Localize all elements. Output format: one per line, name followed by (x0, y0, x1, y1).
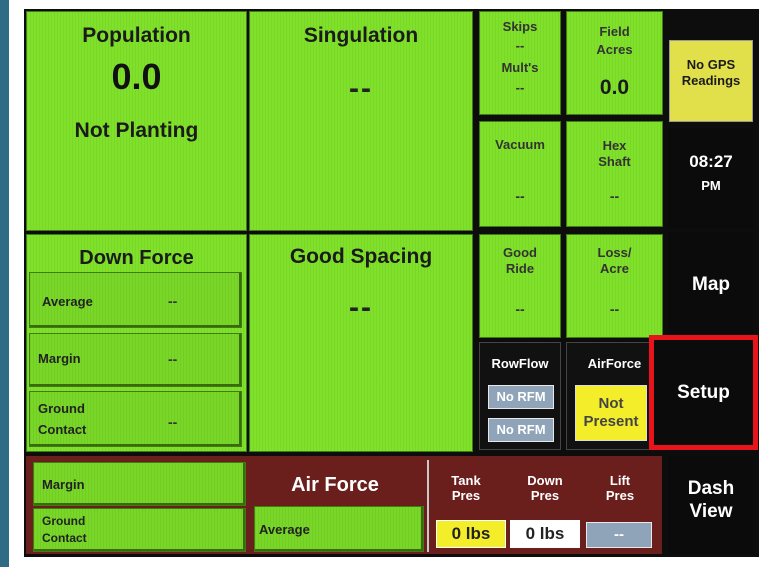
population-title: Population (82, 24, 191, 47)
down-force-average-label: Average (42, 294, 93, 309)
setup-button[interactable]: Setup (649, 335, 758, 450)
vacuum-value: -- (515, 188, 525, 204)
skips-title: Skips (502, 19, 538, 34)
field-acres-value: 0.0 (599, 76, 630, 99)
airforce-status-line2: Present (583, 413, 639, 430)
down-force-margin-value: -- (168, 351, 178, 367)
tank-pres-value[interactable]: 0 lbs (436, 520, 506, 548)
field-acres-title-2: Acres (596, 42, 633, 57)
field-acres-title-1: Field (599, 24, 630, 39)
hex-shaft-tile[interactable]: Hex Shaft -- (566, 121, 663, 227)
bottom-margin-label: Margin (42, 477, 85, 492)
tank-pres-label-1: Tank (451, 473, 481, 488)
down-force-average-value: -- (168, 293, 178, 309)
down-force-margin-label: Margin (38, 351, 81, 366)
rowflow-button-2[interactable]: No RFM (488, 418, 554, 442)
singulation-value: -- (349, 72, 373, 105)
airforce-status-line1: Not (598, 395, 624, 412)
down-force-average-row[interactable]: Average -- (29, 272, 242, 328)
ground-contact-value: -- (168, 414, 178, 430)
good-ride-title-2: Ride (505, 261, 535, 276)
air-force-average-label: Average (259, 522, 310, 537)
lift-pres-label-2: Pres (605, 488, 635, 503)
bottom-ground-contact-label-1: Ground (42, 514, 86, 528)
rowflow-title: RowFlow (491, 356, 549, 371)
singulation-title: Singulation (303, 24, 419, 47)
bottom-margin-row[interactable]: Margin (33, 462, 246, 506)
setup-button-label: Setup (677, 382, 730, 403)
down-pres-label-2: Pres (530, 488, 560, 503)
skips-value: -- (515, 38, 525, 53)
gps-status-tile[interactable]: No GPS Readings (669, 40, 753, 122)
good-ride-value: -- (515, 301, 525, 317)
dash-view-button[interactable]: Dash View (668, 456, 754, 554)
airforce-not-present[interactable]: Not Present (575, 385, 647, 441)
loss-acre-value: -- (609, 301, 620, 317)
good-spacing-title: Good Spacing (289, 245, 433, 268)
loss-acre-title-2: Acre (600, 261, 629, 276)
good-ride-tile[interactable]: Good Ride -- (479, 234, 561, 338)
gps-status-line1: No GPS (686, 57, 736, 72)
lift-pres-label-1: Lift (609, 473, 631, 488)
ground-contact-label-2: Contact (38, 422, 87, 437)
monitor-bezel (0, 0, 9, 567)
map-button-label: Map (692, 274, 730, 295)
down-force-ground-contact-row[interactable]: Ground Contact -- (29, 391, 242, 447)
vacuum-title: Vacuum (495, 137, 545, 152)
population-value: 0.0 (111, 56, 162, 97)
rowflow-button-1[interactable]: No RFM (488, 385, 554, 409)
loss-acre-tile[interactable]: Loss/ Acre -- (566, 234, 663, 338)
planting-status: Not Planting (74, 119, 199, 142)
lift-pres-value[interactable]: -- (586, 522, 652, 548)
air-force-title: Air Force (291, 474, 379, 496)
bottom-ground-contact-label-2: Contact (42, 531, 87, 545)
ground-contact-label-1: Ground (38, 401, 85, 416)
dash-view-label-1: Dash (687, 478, 735, 499)
vacuum-tile[interactable]: Vacuum -- (479, 121, 561, 227)
gps-status-line2: Readings (681, 73, 741, 88)
skips-mults-tile[interactable]: Skips -- Mult's -- (479, 11, 561, 115)
population-tile[interactable]: Population 0.0 Not Planting (26, 11, 247, 231)
down-force-title: Down Force (79, 247, 194, 269)
singulation-tile[interactable]: Singulation -- (249, 11, 473, 231)
clock-display: 08:27 PM (668, 128, 754, 228)
hex-shaft-title-1: Hex (602, 138, 627, 153)
tank-pres-label-2: Pres (451, 488, 481, 503)
dash-view-label-2: View (689, 501, 733, 522)
good-spacing-tile[interactable]: Good Spacing -- (249, 234, 473, 452)
hex-shaft-title-2: Shaft (598, 154, 631, 169)
clock-ampm: PM (701, 178, 721, 193)
mults-title: Mult's (501, 60, 539, 75)
down-pres-label-1: Down (527, 473, 563, 488)
good-spacing-value: -- (349, 291, 373, 324)
good-ride-title-1: Good (503, 245, 537, 260)
bottom-ground-contact-row[interactable]: Ground Contact (33, 508, 246, 552)
clock-time: 08:27 (689, 152, 733, 171)
pressure-divider (427, 460, 429, 552)
map-button[interactable]: Map (668, 232, 754, 336)
airforce-title: AirForce (587, 356, 642, 371)
loss-acre-title-1: Loss/ (597, 245, 632, 260)
field-acres-tile[interactable]: Field Acres 0.0 (566, 11, 663, 115)
air-force-average-row[interactable]: Average (254, 506, 424, 552)
hex-shaft-value: -- (609, 188, 620, 204)
mults-value: -- (515, 80, 525, 95)
down-force-margin-row[interactable]: Margin -- (29, 333, 242, 387)
down-pres-value[interactable]: 0 lbs (510, 520, 580, 548)
rowflow-panel[interactable]: RowFlow No RFM No RFM (479, 342, 561, 450)
